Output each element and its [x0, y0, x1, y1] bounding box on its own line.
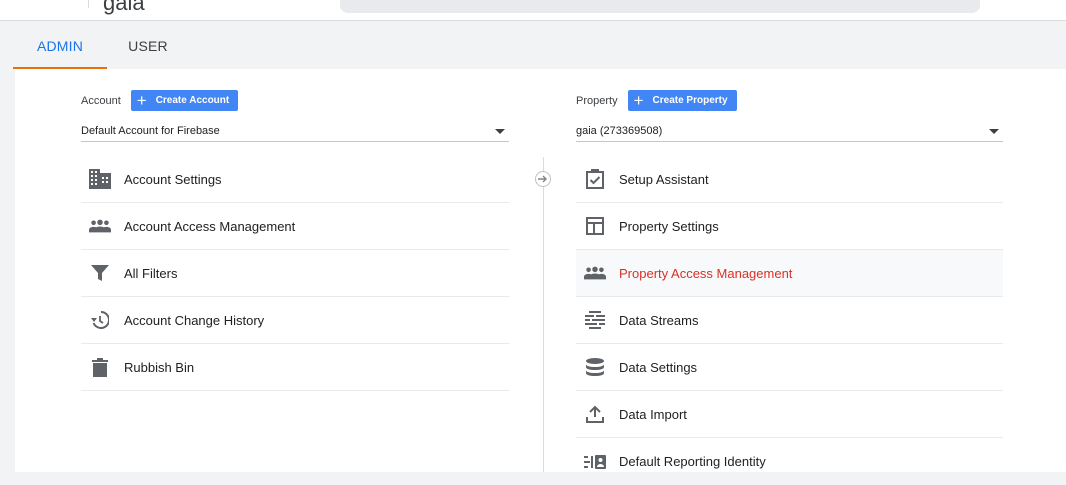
analytics-logo-icon[interactable]	[24, 0, 54, 6]
tab-user-label: USER	[128, 37, 168, 54]
account-item-rubbish-bin[interactable]: Rubbish Bin	[81, 344, 509, 391]
column-connector-line	[543, 157, 544, 472]
property-item-label: Default Reporting Identity	[619, 454, 766, 469]
checkbox-icon	[584, 168, 606, 190]
property-selected-value: gaia (273369508)	[576, 124, 663, 137]
identity-icon	[584, 451, 606, 473]
history-icon	[89, 309, 111, 331]
account-item-all-filters[interactable]: All Filters	[81, 250, 509, 297]
tab-admin[interactable]: ADMIN	[13, 22, 107, 69]
account-item-label: Account Change History	[124, 312, 265, 328]
property-item-label: Property Settings	[619, 218, 719, 234]
account-item-label: Account Access Management	[124, 218, 296, 234]
property-menu-list: Setup Assistant Property Settings Proper…	[576, 156, 1003, 485]
trash-icon	[89, 357, 111, 379]
property-item-data-settings[interactable]: Data Settings	[576, 344, 1003, 391]
search-bar[interactable]	[340, 0, 980, 13]
people-icon	[89, 215, 111, 237]
header-divider	[88, 0, 89, 8]
account-item-settings[interactable]: Account Settings	[81, 156, 509, 203]
dropdown-caret-icon	[495, 129, 505, 134]
property-item-setup-assistant[interactable]: Setup Assistant	[576, 156, 1003, 203]
admin-user-tabs: ADMIN USER	[0, 22, 1066, 69]
property-item-settings[interactable]: Property Settings	[576, 203, 1003, 250]
layout-icon	[584, 215, 606, 237]
account-header: Account + Create Account	[81, 90, 239, 111]
property-header: Property + Create Property	[576, 90, 737, 111]
dropdown-caret-icon	[989, 129, 999, 134]
app-name: gaia	[103, 0, 145, 15]
tab-admin-label: ADMIN	[36, 37, 84, 54]
property-item-label: Setup Assistant	[619, 171, 709, 187]
property-item-data-import[interactable]: Data Import	[576, 391, 1003, 438]
account-item-label: Rubbish Bin	[124, 360, 195, 375]
create-property-label: Create Property	[652, 95, 728, 106]
admin-panel: Account + Create Account Default Account…	[15, 69, 1066, 472]
account-list-bottom-divider	[81, 390, 509, 391]
property-selector[interactable]: gaia (273369508)	[576, 120, 1003, 142]
account-item-change-history[interactable]: Account Change History	[81, 297, 509, 344]
account-menu-list: Account Settings Account Access Manageme…	[81, 156, 509, 391]
property-item-label: Data Streams	[619, 312, 699, 328]
people-icon	[584, 262, 606, 284]
property-item-label: Property Access Management	[619, 265, 793, 281]
streams-icon	[584, 309, 606, 331]
property-item-data-streams[interactable]: Data Streams	[576, 297, 1003, 344]
create-account-button[interactable]: + Create Account	[130, 90, 239, 111]
upload-icon	[584, 403, 606, 425]
database-icon	[584, 356, 606, 378]
tab-user[interactable]: USER	[107, 22, 189, 69]
create-property-button[interactable]: + Create Property	[627, 90, 737, 111]
account-selected-value: Default Account for Firebase	[81, 124, 220, 137]
account-item-access-management[interactable]: Account Access Management	[81, 203, 509, 250]
property-item-label: Data Import	[619, 406, 687, 422]
property-label: Property	[576, 94, 618, 107]
building-icon	[89, 168, 111, 190]
filter-icon	[89, 262, 111, 284]
account-selector[interactable]: Default Account for Firebase	[81, 120, 509, 142]
top-bar: gaia	[0, 0, 1066, 21]
arrow-right-icon	[535, 171, 551, 187]
plus-icon: +	[633, 91, 644, 110]
account-item-label: Account Settings	[124, 171, 222, 187]
create-account-label: Create Account	[155, 95, 230, 106]
property-item-label: Data Settings	[619, 359, 698, 375]
property-item-reporting-identity[interactable]: Default Reporting Identity	[576, 438, 1003, 485]
plus-icon: +	[136, 91, 147, 110]
account-label: Account	[81, 94, 121, 107]
account-item-label: All Filters	[124, 265, 178, 281]
property-item-access-management[interactable]: Property Access Management	[576, 250, 1003, 297]
